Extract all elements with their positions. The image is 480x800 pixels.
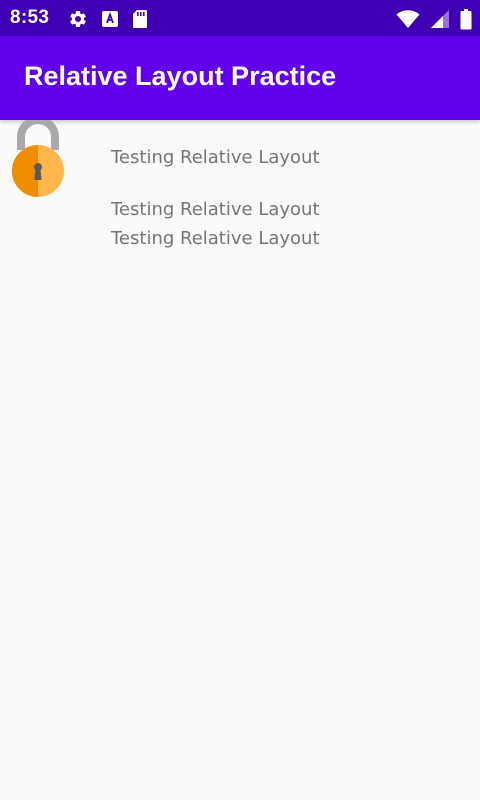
status-icons-left — [68, 8, 148, 30]
text-line-3: Testing Relative Layout — [111, 228, 320, 249]
text-line-1: Testing Relative Layout — [111, 147, 320, 168]
wifi-icon — [396, 10, 420, 28]
status-icons-right — [396, 8, 472, 30]
cell-signal-icon — [431, 10, 449, 28]
text-line-2: Testing Relative Layout — [111, 199, 320, 220]
app-bar: Relative Layout Practice — [0, 36, 480, 120]
sd-card-icon — [133, 10, 147, 28]
status-bar: 8:53 — [0, 0, 480, 36]
keyboard-a-icon — [102, 11, 118, 27]
battery-icon — [460, 8, 472, 29]
app-title: Relative Layout Practice — [24, 61, 337, 91]
settings-gear-icon — [70, 10, 86, 27]
status-time: 8:53 — [10, 7, 50, 28]
padlock-icon — [12, 120, 64, 197]
